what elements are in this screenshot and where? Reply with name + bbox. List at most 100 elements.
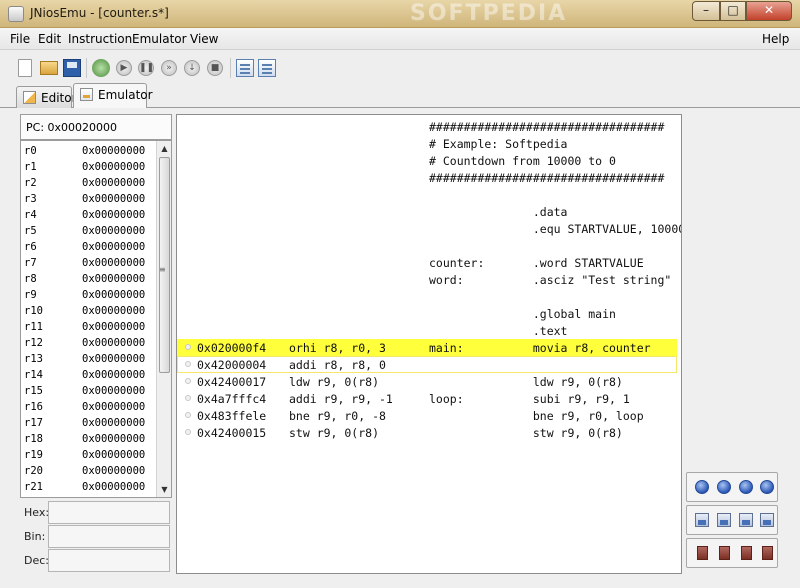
tab-bar: Editor Emulator: [0, 83, 800, 108]
new-file-icon[interactable]: [18, 59, 32, 77]
register-list[interactable]: r21 0x00000000 r20 0x00000000 r19 0x00000000 r…: [20, 140, 172, 498]
save-icon[interactable]: [63, 59, 81, 77]
source-text: .text: [429, 324, 568, 338]
menu-view[interactable]: View: [190, 32, 218, 46]
menu-emulator[interactable]: Emulator: [132, 32, 187, 46]
register-value: 0x00000000: [82, 353, 146, 365]
source-text: word: .asciz "Test string": [429, 273, 672, 287]
register-value: 0x00000000: [82, 257, 146, 269]
minimize-button[interactable]: –: [692, 1, 720, 21]
disk-icon[interactable]: [717, 513, 731, 527]
scroll-up-icon[interactable]: ▲: [157, 141, 171, 156]
pc-display: PC: 0x00020000: [20, 114, 172, 140]
bin-input[interactable]: [48, 525, 170, 548]
source-text: ##################################: [429, 120, 665, 134]
code-line[interactable]: # Countdown from 10000 to 0: [177, 152, 677, 169]
code-line[interactable]: counter: .word STARTVALUE: [177, 254, 677, 271]
code-line[interactable]: .data: [177, 203, 677, 220]
disk-icon[interactable]: [739, 513, 753, 527]
run-control-icon[interactable]: [760, 480, 774, 494]
register-name: r12: [24, 337, 43, 349]
instruction-address: 0x42400017: [197, 375, 267, 389]
breakpoint-icon[interactable]: [185, 344, 191, 350]
register-value: 0x00000000: [82, 209, 146, 221]
register-scrollbar[interactable]: ▲ ≡ ▼: [156, 141, 171, 497]
open-folder-icon[interactable]: [40, 61, 58, 75]
run-control-icon[interactable]: [739, 480, 753, 494]
run-glyph: ▶: [120, 63, 128, 73]
code-line[interactable]: 0x483ffele bne r9, r0, -8 bne r9, r0, loo…: [177, 407, 677, 424]
breakpoint-icon[interactable]: [185, 429, 191, 435]
breakpoint-icon[interactable]: [185, 395, 191, 401]
code-line[interactable]: [177, 186, 677, 203]
register-value: 0x00000000: [82, 417, 146, 429]
register-name: r4: [24, 209, 37, 221]
registers-view-icon[interactable]: [258, 59, 276, 77]
close-icon: ✕: [763, 3, 775, 17]
run-control-icon[interactable]: [695, 480, 709, 494]
register-name: r18: [24, 433, 43, 445]
code-line[interactable]: ##################################: [177, 169, 677, 186]
stop-icon[interactable]: ■: [207, 60, 223, 76]
code-view[interactable]: ################################## # Exam…: [176, 114, 682, 574]
memory-view-icon[interactable]: [236, 59, 254, 77]
fast-forward-icon[interactable]: »: [161, 60, 177, 76]
hex-label: Hex:: [24, 506, 50, 519]
block-icon[interactable]: [719, 546, 730, 560]
register-name: r15: [24, 385, 43, 397]
source-text: # Example: Softpedia: [429, 137, 568, 151]
disk-icon[interactable]: [760, 513, 774, 527]
toolbar-separator: [230, 58, 231, 78]
register-value: 0x00000000: [82, 225, 146, 237]
code-line[interactable]: .global main: [177, 305, 677, 322]
breakpoint-icon[interactable]: [185, 378, 191, 384]
block-icon[interactable]: [741, 546, 752, 560]
menu-instruction[interactable]: Instruction: [68, 32, 132, 46]
register-name: r5: [24, 225, 37, 237]
code-line[interactable]: ##################################: [177, 118, 677, 135]
menu-file[interactable]: File: [10, 32, 30, 46]
code-line[interactable]: 0x020000f4 orhi r8, r0, 3 main: movia r8, …: [177, 339, 677, 356]
hex-input[interactable]: [48, 501, 170, 524]
code-line[interactable]: 0x42400015 stw r9, 0(r8) stw r9, 0(r8): [177, 424, 677, 441]
code-line[interactable]: .equ STARTVALUE, 10000: [177, 220, 681, 237]
hex-row: Hex:: [20, 500, 172, 526]
breakpoint-icon[interactable]: [185, 412, 191, 418]
pause-icon[interactable]: ❚❚: [138, 60, 154, 76]
register-name: r21: [24, 481, 43, 493]
memory-controls: [686, 505, 778, 535]
assemble-icon[interactable]: [92, 59, 110, 77]
menu-edit[interactable]: Edit: [38, 32, 61, 46]
emulator-panel: PC: 0x00020000 r21 0x00000000 r20 0x0000000…: [0, 108, 800, 588]
disk-icon[interactable]: [695, 513, 709, 527]
code-line[interactable]: 0x42400017 ldw r9, 0(r8) ldw r9, 0(r8): [177, 373, 677, 390]
code-line[interactable]: word: .asciz "Test string": [177, 271, 677, 288]
code-line[interactable]: 0x4a7fffc4 addi r9, r9, -1 loop: subi r9, …: [177, 390, 677, 407]
tab-editor[interactable]: Editor: [16, 86, 77, 108]
register-name: r11: [24, 321, 43, 333]
code-line[interactable]: [177, 288, 677, 305]
close-button[interactable]: ✕: [746, 1, 792, 21]
run-control-icon[interactable]: [717, 480, 731, 494]
dec-input[interactable]: [48, 549, 170, 572]
code-line[interactable]: 0x42000004 addi r8, r8, 0: [177, 356, 677, 373]
scroll-down-icon[interactable]: ▼: [157, 482, 171, 497]
io-controls: [686, 538, 778, 568]
block-icon[interactable]: [697, 546, 708, 560]
register-value: 0x00000000: [82, 145, 146, 157]
code-line[interactable]: .text: [177, 322, 677, 339]
maximize-button[interactable]: □: [720, 1, 746, 21]
dec-label: Dec:: [24, 554, 49, 567]
breakpoint-icon[interactable]: [185, 361, 191, 367]
code-line[interactable]: # Example: Softpedia: [177, 135, 677, 152]
block-icon[interactable]: [762, 546, 773, 560]
source-text: ldw r9, 0(r8): [429, 375, 623, 389]
instruction-address: 0x42000004: [197, 358, 267, 372]
tab-emulator-label: Emulator: [98, 88, 153, 102]
step-icon[interactable]: ↓: [184, 60, 200, 76]
run-icon[interactable]: ▶: [116, 60, 132, 76]
source-text: ##################################: [429, 171, 665, 185]
menu-help[interactable]: Help: [762, 32, 789, 46]
code-line[interactable]: [177, 237, 677, 254]
tab-emulator[interactable]: Emulator: [73, 83, 153, 108]
